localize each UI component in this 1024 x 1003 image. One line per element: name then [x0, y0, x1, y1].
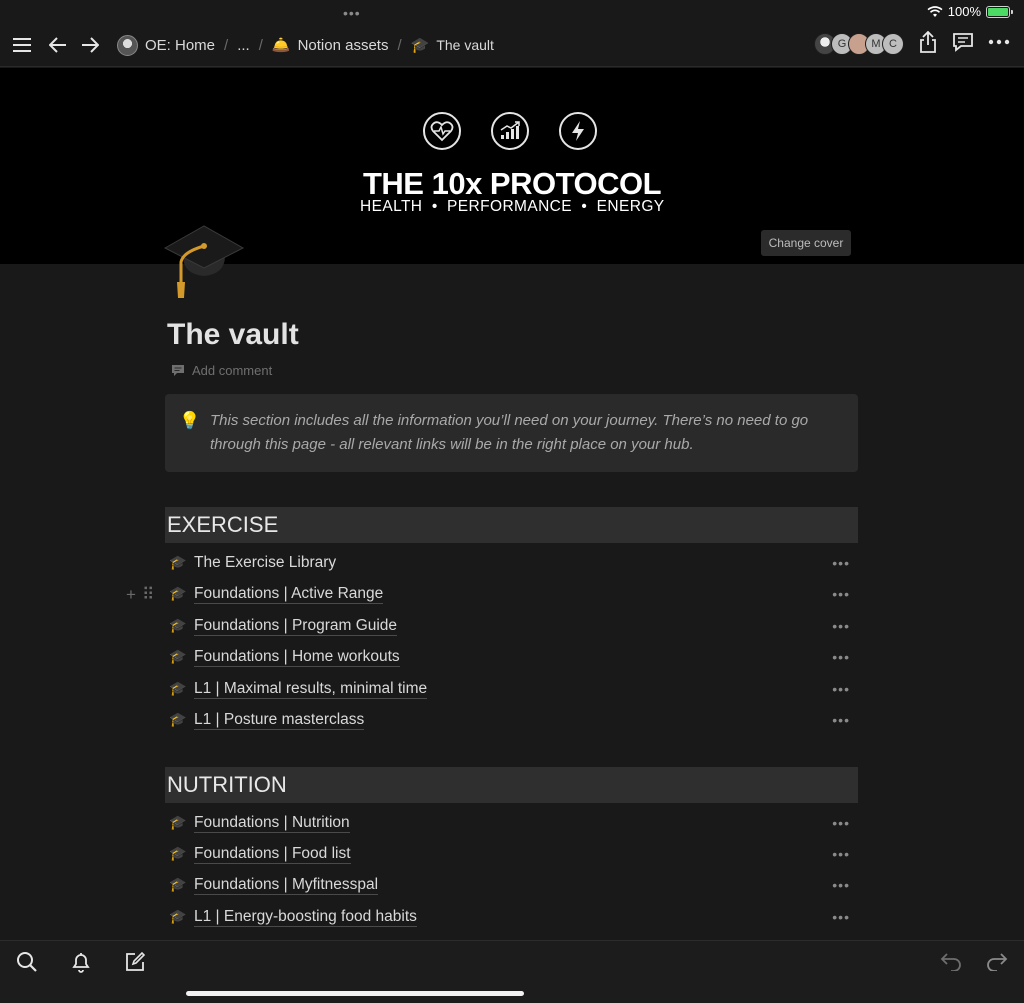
breadcrumb-item-ellipsis[interactable]: ... [237, 37, 250, 54]
breadcrumb-label: The vault [436, 37, 494, 53]
page-link[interactable]: Foundations | Food list [194, 844, 351, 864]
list-item[interactable]: 🎓 The Exercise Library ••• [165, 547, 858, 578]
menu-icon[interactable] [8, 31, 36, 59]
graduation-cap-icon: 🎓 [169, 617, 187, 633]
more-icon[interactable]: ••• [832, 846, 850, 862]
more-icon[interactable]: ••• [832, 909, 850, 925]
lightbulb-icon: 💡 [179, 411, 201, 430]
more-icon[interactable]: ••• [832, 681, 850, 697]
avatar [117, 34, 138, 56]
breadcrumb-label: ... [237, 36, 250, 54]
home-indicator[interactable] [186, 991, 524, 996]
breadcrumb-label: Notion assets [297, 36, 389, 54]
chart-up-icon [491, 112, 529, 150]
collaborator-avatars[interactable]: G M C [814, 33, 904, 55]
more-icon[interactable]: ••• [832, 649, 850, 665]
forward-arrow-icon[interactable] [76, 31, 104, 59]
list-item[interactable]: 🎓 Foundations | Program Guide ••• [165, 610, 858, 641]
graduation-cap-icon: 🎓 [169, 648, 187, 664]
more-icon[interactable]: ••• [832, 555, 850, 571]
breadcrumb-label: OE: Home [145, 36, 216, 54]
more-icon[interactable]: ••• [832, 712, 850, 728]
graduation-cap-icon: 🎓 [169, 908, 187, 924]
bottom-toolbar [0, 940, 1024, 1003]
list-item[interactable]: 🎓 L1 | Energy-boosting food habits ••• [165, 901, 858, 932]
breadcrumb: OE: Home / ... / 🛎️ Notion assets / 🎓 Th… [117, 34, 494, 56]
breadcrumb-item-home[interactable]: OE: Home [117, 34, 216, 56]
graduation-cap-icon: 🎓 [410, 37, 430, 54]
page-link[interactable]: Foundations | Program Guide [194, 616, 398, 636]
list-item[interactable]: 🎓 Foundations | Food list ••• [165, 838, 858, 869]
page-title[interactable]: The vault [167, 318, 299, 352]
bell-icon: 🛎️ [271, 37, 291, 54]
add-comment-label: Add comment [192, 363, 273, 378]
breadcrumb-separator: / [258, 36, 263, 54]
cover-subtitle: HEALTH • PERFORMANCE • ENERGY [360, 198, 665, 215]
callout[interactable]: 💡 This section includes all the informat… [165, 394, 858, 472]
lightning-icon [559, 112, 597, 150]
page-link[interactable]: L1 | Maximal results, minimal time [194, 679, 428, 699]
heart-pulse-icon [423, 112, 461, 150]
list-item[interactable]: 🎓 Foundations | Active Range ••• [165, 578, 858, 609]
redo-icon[interactable] [986, 951, 1008, 971]
multitask-dots-icon[interactable]: ••• [343, 5, 361, 21]
avatar: C [882, 33, 904, 55]
graduation-cap-icon: 🎓 [169, 711, 187, 727]
page-link[interactable]: Foundations | Myfitnesspal [194, 875, 379, 895]
top-nav: OE: Home / ... / 🛎️ Notion assets / 🎓 Th… [0, 24, 1024, 67]
section-heading-exercise[interactable]: EXERCISE [165, 507, 858, 543]
breadcrumb-separator: / [397, 36, 402, 54]
page-link[interactable]: L1 | Posture masterclass [194, 710, 365, 730]
change-cover-button[interactable]: Change cover [761, 230, 851, 256]
new-page-icon[interactable] [124, 951, 146, 973]
breadcrumb-item-notion-assets[interactable]: 🛎️ Notion assets [271, 36, 389, 55]
comment-icon [172, 365, 184, 376]
page-link[interactable]: L1 | Energy-boosting food habits [194, 907, 417, 927]
more-icon[interactable]: ••• [832, 618, 850, 634]
more-icon[interactable]: ••• [832, 877, 850, 893]
page-link[interactable]: Foundations | Home workouts [194, 647, 400, 667]
battery-icon [986, 5, 1013, 18]
add-block-icon[interactable]: + [126, 585, 136, 605]
undo-icon[interactable] [940, 951, 962, 971]
bell-icon[interactable] [70, 951, 92, 973]
more-icon[interactable]: ••• [832, 815, 850, 831]
graduation-cap-icon[interactable] [163, 222, 245, 300]
graduation-cap-icon: 🎓 [169, 680, 187, 696]
graduation-cap-icon: 🎓 [169, 554, 187, 570]
comments-icon[interactable] [952, 32, 974, 52]
page-link[interactable]: Foundations | Nutrition [194, 813, 350, 833]
breadcrumb-separator: / [224, 36, 229, 54]
list-item[interactable]: 🎓 L1 | Posture masterclass ••• [165, 704, 858, 735]
list-item[interactable]: 🎓 Foundations | Nutrition ••• [165, 807, 858, 838]
cover-title: THE 10x PROTOCOL [362, 166, 662, 201]
list-item[interactable]: 🎓 L1 | Maximal results, minimal time ••• [165, 673, 858, 704]
list-item[interactable]: 🎓 Foundations | Myfitnesspal ••• [165, 869, 858, 900]
graduation-cap-icon: 🎓 [169, 845, 187, 861]
search-icon[interactable] [16, 951, 38, 973]
page-link[interactable]: The Exercise Library [194, 553, 336, 572]
section-heading-nutrition[interactable]: NUTRITION [165, 767, 858, 803]
page-link[interactable]: Foundations | Active Range [194, 584, 384, 604]
wifi-icon [927, 5, 943, 17]
breadcrumb-item-the-vault[interactable]: 🎓 The vault [411, 36, 494, 54]
graduation-cap-icon: 🎓 [169, 876, 187, 892]
battery-percent: 100% [947, 4, 981, 19]
share-icon[interactable] [918, 31, 938, 53]
status-bar: ••• 100% [0, 0, 1024, 24]
drag-handle-icon[interactable]: ⠿ [142, 585, 154, 605]
add-comment-button[interactable]: Add comment [171, 363, 272, 378]
graduation-cap-icon: 🎓 [169, 585, 187, 601]
back-arrow-icon[interactable] [44, 31, 72, 59]
list-item[interactable]: 🎓 Foundations | Home workouts ••• [165, 641, 858, 672]
page-cover: THE 10x PROTOCOL HEALTH • PERFORMANCE • … [0, 68, 1024, 264]
callout-text: This section includes all the informatio… [210, 412, 809, 453]
graduation-cap-icon: 🎓 [169, 814, 187, 830]
more-icon[interactable]: ••• [832, 586, 850, 602]
more-icon[interactable] [988, 39, 1010, 45]
